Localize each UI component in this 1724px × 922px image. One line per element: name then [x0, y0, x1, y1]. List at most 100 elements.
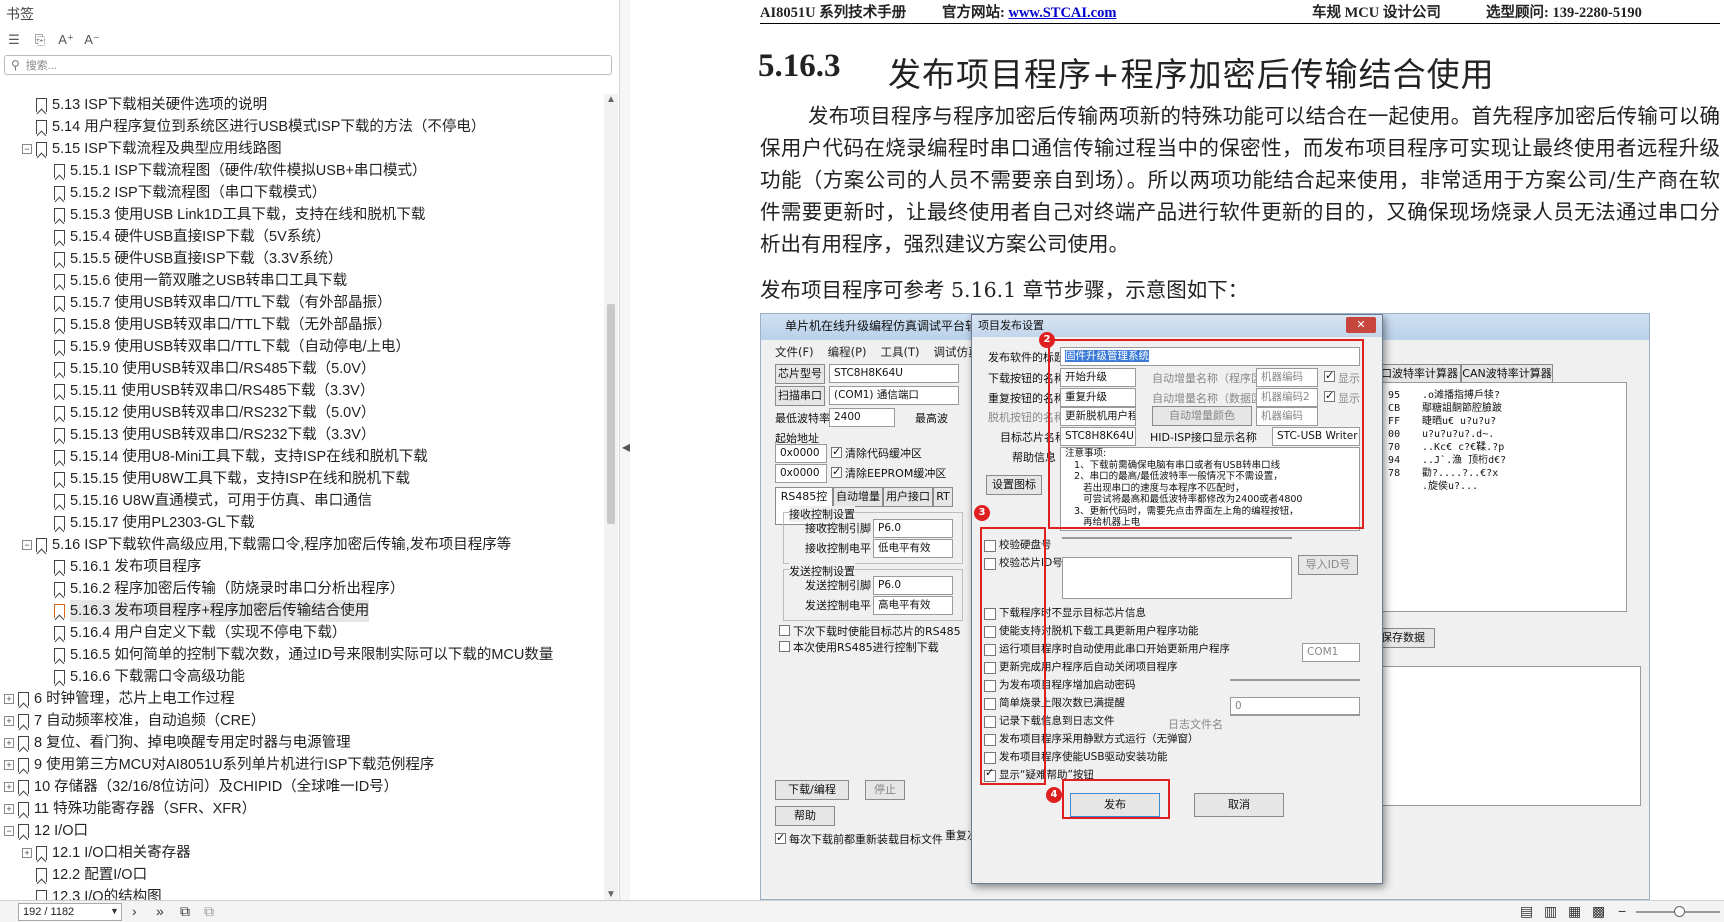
bookmark-item[interactable]: 5.15.5 硬件USB直接ISP下载（3.3V系统）	[0, 248, 604, 270]
bookmark-item[interactable]: − 12 I/O口	[0, 820, 604, 842]
bookmark-item[interactable]: 5.15.1 ISP下载流程图（硬件/软件模拟USB+串口模式）	[0, 160, 604, 182]
bookmark-item[interactable]: − 5.16 ISP下载软件高级应用,下载需口令,程序加密后传输,发布项目程序等	[0, 534, 604, 556]
search-icon: ⚲	[11, 58, 20, 72]
decrease-font-icon[interactable]: A⁻	[82, 30, 102, 50]
expand-icon[interactable]: +	[22, 848, 32, 858]
chip-id-field	[1062, 557, 1292, 599]
header-site-link[interactable]: www.STCAI.com	[1008, 5, 1116, 21]
bookmark-item[interactable]: +7 自动频率校准，自动追频（CRE）	[0, 710, 604, 732]
expand-all-icon[interactable]: ☰	[4, 30, 24, 50]
bookmark-item[interactable]: 5.14 用户程序复位到系统区进行USB模式ISP下载的方法（不停电）	[0, 116, 604, 138]
ascii-row: .旋侯u?...	[1422, 481, 1479, 492]
bookmark-item[interactable]: 5.15.7 使用USB转双串口/TTL下载（有外部晶振）	[0, 292, 604, 314]
scroll-up-icon[interactable]: ▲	[606, 94, 616, 105]
bookmark-item[interactable]: 5.15.3 使用USB Link1D工具下载，支持在线和脱机下载	[0, 204, 604, 226]
continuous-view-icon[interactable]: ▥	[1544, 903, 1557, 920]
copy-icon[interactable]: ⧉	[180, 903, 190, 920]
expand-icon[interactable]: +	[4, 804, 14, 814]
bookmark-item[interactable]: 5.16.3 发布项目程序+程序加密后传输结合使用	[0, 600, 604, 622]
expand-icon[interactable]: +	[4, 694, 14, 704]
bookmark-label: 5.15.12 使用USB转双串口/RS232下载（5.0V）	[70, 405, 376, 421]
bookmark-label: 5.15.14 使用U8-Mini工具下载，支持ISP在线和脱机下载	[70, 449, 428, 465]
bookmark-item[interactable]: 5.15.6 使用一箭双雕之USB转串口工具下载	[0, 270, 604, 292]
bookmark-item[interactable]: 12.3 I/O的结构图	[0, 886, 604, 900]
bookmark-icon	[54, 406, 65, 420]
bookmark-item[interactable]: 5.16.4 用户自定义下载（实现不停电下载）	[0, 622, 604, 644]
bookmark-item[interactable]: 5.15.2 ISP下载流程图（串口下载模式）	[0, 182, 604, 204]
rs485-next-checkbox	[779, 625, 790, 636]
software-screenshot-figure: 单片机在线升级编程仿真调试平台软 文件(F) 编程(P) 工具(T) 调试仿真 …	[760, 313, 1650, 900]
bookmark-item[interactable]: +8 复位、看门狗、掉电唤醒专用定时器与电源管理	[0, 732, 604, 754]
increase-font-icon[interactable]: A⁺	[56, 30, 76, 50]
rx-pin-label: 接收控制引脚	[805, 522, 871, 535]
bookmark-icon	[54, 428, 65, 442]
bookmark-item[interactable]: 5.16.6 下载需口令高级功能	[0, 666, 604, 688]
bookmark-item[interactable]: +6 时钟管理，芯片上电工作过程	[0, 688, 604, 710]
add-bookmark-icon[interactable]: ⎘	[30, 30, 50, 50]
bookmark-label: 5.16.2 程序加密后传输（防烧录时串口分析出程序）	[70, 581, 405, 597]
bookmark-item[interactable]: 5.15.15 使用U8W工具下载，支持ISP在线和脱机下载	[0, 468, 604, 490]
bookmark-icon	[18, 780, 29, 794]
bookmark-item[interactable]: 5.15.11 使用USB转双串口/RS485下载（3.3V）	[0, 380, 604, 402]
bookmark-toolbar: ☰ ⎘ A⁺ A⁻	[4, 30, 102, 50]
paste-icon[interactable]: ⧉	[204, 903, 214, 920]
bookmark-label: 5.16 ISP下载软件高级应用,下载需口令,程序加密后传输,发布项目程序等	[52, 537, 512, 553]
scroll-down-icon[interactable]: ▼	[606, 889, 616, 900]
bookmark-item[interactable]: 5.15.4 硬件USB直接ISP下载（5V系统）	[0, 226, 604, 248]
bookmark-item[interactable]: +9 使用第三方MCU对AI8051U系列单片机进行ISP下载范例程序	[0, 754, 604, 776]
bookmark-label: 5.15.8 使用USB转双串口/TTL下载（无外部晶振）	[70, 317, 392, 333]
expand-icon[interactable]: +	[4, 782, 14, 792]
dialog-title: 项目发布设置	[972, 315, 1382, 337]
bookmark-icon	[18, 824, 29, 838]
page-number-input[interactable]: 192 / 1182	[18, 903, 122, 921]
collapse-icon[interactable]: −	[22, 144, 32, 154]
expand-icon[interactable]: +	[4, 716, 14, 726]
bookmark-search-input[interactable]: ⚲ 搜索...	[4, 55, 612, 75]
page-dropdown-icon[interactable]: ▼	[110, 906, 119, 916]
bookmark-label: 5.15.16 U8W直通模式，可用于仿真、串口通信	[70, 493, 373, 509]
bookmark-item[interactable]: 5.16.5 如何简单的控制下载次数，通过ID号来限制实际可以下载的MCU数量	[0, 644, 604, 666]
rs485-now-label: 本次使用RS485进行控制下载	[793, 641, 939, 654]
scrollbar-thumb[interactable]	[607, 304, 615, 524]
last-page-icon[interactable]: »	[156, 903, 164, 919]
expand-icon[interactable]: +	[4, 738, 14, 748]
rs485-next-label: 下次下载时使能目标芯片的RS485	[793, 625, 961, 638]
next-page-icon[interactable]: ›	[132, 903, 137, 919]
bookmark-item[interactable]: 5.15.8 使用USB转双串口/TTL下载（无外部晶振）	[0, 314, 604, 336]
bookmark-item[interactable]: 5.15.10 使用USB转双串口/RS485下载（5.0V）	[0, 358, 604, 380]
zoom-out-icon[interactable]: −	[1618, 903, 1626, 919]
bookmark-item[interactable]: 5.15.13 使用USB转双串口/RS232下载（3.3V）	[0, 424, 604, 446]
section-title: 发布项目程序+程序加密后传输结合使用	[888, 55, 1495, 94]
book-view-icon[interactable]: ▩	[1592, 903, 1605, 920]
bookmark-item[interactable]: 5.15.17 使用PL2303-GL下载	[0, 512, 604, 534]
bookmark-item[interactable]: 12.2 配置I/O口	[0, 864, 604, 886]
bookmark-item[interactable]: 5.15.12 使用USB转双串口/RS232下载（5.0V）	[0, 402, 604, 424]
main-menu: 文件(F) 编程(P) 工具(T) 调试仿真	[775, 344, 980, 360]
bookmark-label: 10 存储器（32/16/8位访问）及CHIPID（全球唯一ID号）	[34, 779, 399, 795]
expand-icon[interactable]: +	[4, 760, 14, 770]
max-baud-label: 最高波	[915, 412, 948, 425]
collapse-icon[interactable]: −	[4, 826, 14, 836]
single-page-view-icon[interactable]: ▤	[1520, 903, 1533, 920]
bookmark-icon	[54, 626, 65, 640]
bookmark-item[interactable]: 5.15.14 使用U8-Mini工具下载，支持ISP在线和脱机下载	[0, 446, 604, 468]
bookmark-scrollbar[interactable]: ▲ ▼	[604, 94, 618, 900]
bookmark-item[interactable]: − 5.15 ISP下载流程及典型应用线路图	[0, 138, 604, 160]
bookmark-item[interactable]: +12.1 I/O口相关寄存器	[0, 842, 604, 864]
bookmark-item[interactable]: 5.16.2 程序加密后传输（防烧录时串口分析出程序）	[0, 578, 604, 600]
bookmark-item[interactable]: 5.13 ISP下载相关硬件选项的说明	[0, 94, 604, 116]
zoom-slider-knob[interactable]	[1674, 906, 1685, 917]
chip-type-select: STC8H8K64U	[829, 364, 959, 383]
bookmark-item[interactable]: 5.16.1 发布项目程序	[0, 556, 604, 578]
bookmark-item[interactable]: 5.15.16 U8W直通模式，可用于仿真、串口通信	[0, 490, 604, 512]
two-page-view-icon[interactable]: ▦	[1568, 903, 1581, 920]
bookmark-label: 11 特殊功能寄存器（SFR、XFR）	[34, 801, 257, 817]
bookmark-label: 5.15.6 使用一箭双雕之USB转串口工具下载	[70, 273, 348, 289]
bookmark-item[interactable]: 5.15.9 使用USB转双串口/TTL下载（自动停电/上电）	[0, 336, 604, 358]
bookmark-item[interactable]: +11 特殊功能寄存器（SFR、XFR）	[0, 798, 604, 820]
bookmark-item[interactable]: +10 存储器（32/16/8位访问）及CHIPID（全球唯一ID号）	[0, 776, 604, 798]
reload-label: 每次下载前都重新装载目标文件	[789, 833, 943, 846]
collapse-icon[interactable]: −	[22, 540, 32, 550]
bookmark-icon	[54, 648, 65, 662]
header-site-label: 官方网站:	[942, 5, 1009, 21]
